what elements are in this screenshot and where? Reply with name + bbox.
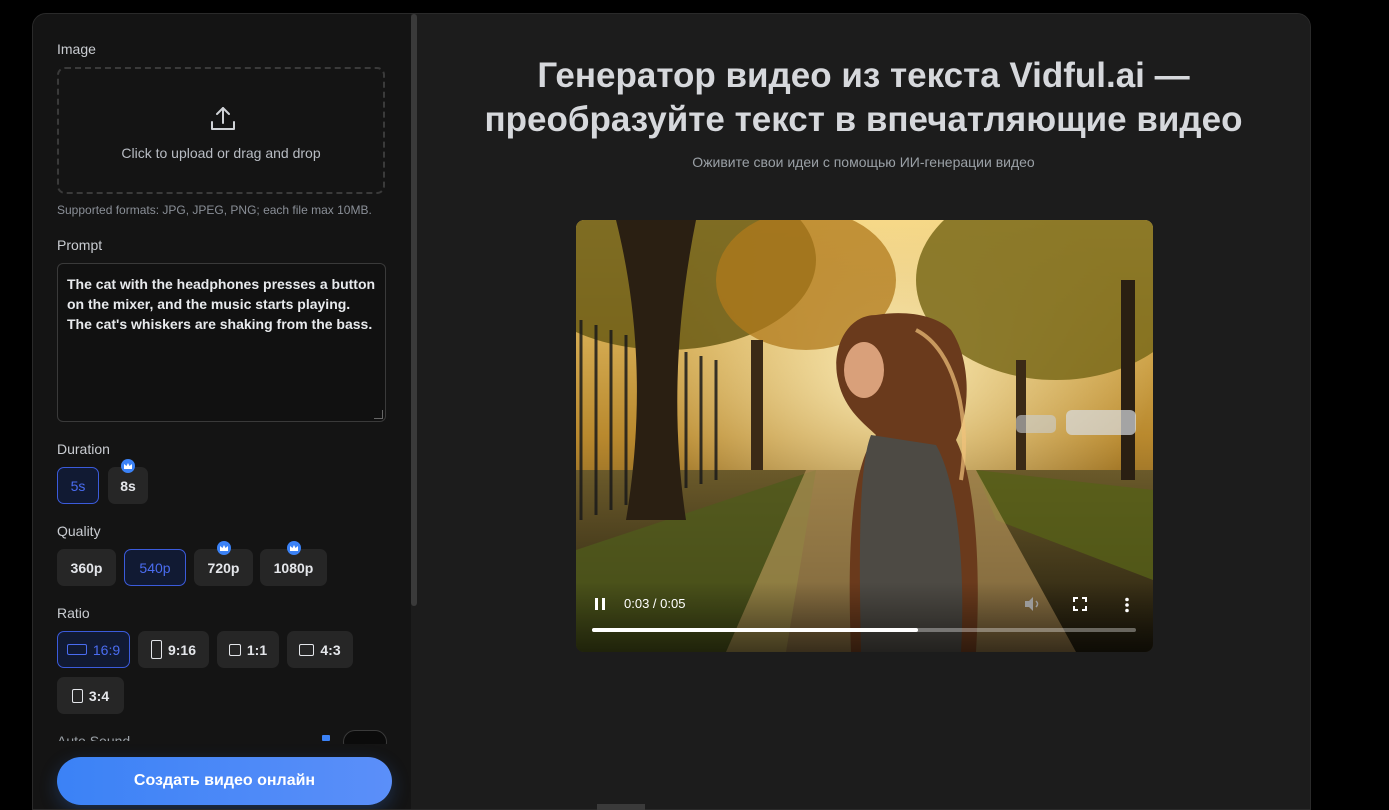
page-scroll-indicator <box>597 804 645 810</box>
toggle-track <box>343 730 387 744</box>
portrait-ratio-icon <box>150 640 162 659</box>
ratio-option-3-4[interactable]: 3:4 <box>57 677 124 714</box>
quality-option-540p[interactable]: 540p <box>124 549 186 586</box>
volume-icon[interactable] <box>1023 596 1041 612</box>
quality-option-1080p[interactable]: 1080p <box>260 541 327 586</box>
premium-crown-icon <box>121 459 135 473</box>
video-time: 0:03 / 0:05 <box>624 596 686 611</box>
settings-sidebar: Image Click to upload or drag and drop S… <box>33 14 411 809</box>
ratio-option-label: 4:3 <box>320 641 341 658</box>
page-title-line-2: преобразуйте текст в впечатляющие видео <box>484 100 1243 139</box>
auto-sound-label: Auto Sound <box>57 733 131 741</box>
duration-option-5s[interactable]: 5s <box>57 467 99 504</box>
premium-crown-icon <box>216 541 231 555</box>
video-progress-bar[interactable] <box>592 628 1136 632</box>
quality-option-label: 360p <box>70 559 103 576</box>
prompt-label: Prompt <box>57 237 103 253</box>
page-title: Генератор видео из текста Vidful.ai — пр… <box>417 54 1310 142</box>
video-player[interactable]: 0:03 / 0:05 <box>576 220 1153 652</box>
prompt-textarea[interactable]: The cat with the headphones presses a bu… <box>57 263 386 422</box>
page-title-line-1: Генератор видео из текста Vidful.ai — <box>537 56 1190 95</box>
main-content: Генератор видео из текста Vidful.ai — пр… <box>417 14 1310 809</box>
square-ratio-icon <box>228 643 241 656</box>
auto-sound-toggle[interactable] <box>343 730 387 744</box>
image-upload-dropzone[interactable]: Click to upload or drag and drop <box>57 67 385 194</box>
ratio-label: Ratio <box>57 605 90 621</box>
duration-option-8s[interactable]: 8s <box>108 459 148 504</box>
info-badge-icon <box>322 735 330 741</box>
ratio-option-label: 1:1 <box>246 641 268 658</box>
upload-text: Click to upload or drag and drop <box>121 145 321 161</box>
landscape-4-3-icon <box>299 643 315 656</box>
portrait-3-4-icon <box>71 688 83 703</box>
prompt-text: The cat with the headphones presses a bu… <box>67 276 376 332</box>
page-subtitle: Оживите свои идеи с помощью ИИ-генерации… <box>692 154 1035 170</box>
quality-label: Quality <box>57 523 101 539</box>
create-video-button-label: Создать видео онлайн <box>133 772 316 789</box>
ratio-option-label: 3:4 <box>88 687 110 704</box>
duration-label: Duration <box>57 441 110 457</box>
more-options-icon[interactable] <box>1124 597 1130 613</box>
duration-option-label: 5s <box>70 477 86 494</box>
quality-option-label: 720p <box>207 559 240 576</box>
upload-icon <box>211 107 235 130</box>
ratio-option-1-1[interactable]: 1:1 <box>217 631 279 668</box>
ratio-option-label: 9:16 <box>167 641 197 658</box>
quality-option-360p[interactable]: 360p <box>57 549 116 586</box>
ratio-option-16-9[interactable]: 16:9 <box>57 631 130 668</box>
formats-hint: Supported formats: JPG, JPEG, PNG; each … <box>57 203 372 217</box>
video-controls-overlay <box>576 582 1153 652</box>
pause-icon[interactable] <box>594 597 606 611</box>
landscape-ratio-icon <box>66 644 87 655</box>
create-video-button[interactable]: Создать видео онлайн <box>57 757 392 805</box>
ratio-option-label: 16:9 <box>92 641 121 658</box>
image-label: Image <box>57 41 96 57</box>
fullscreen-icon[interactable] <box>1073 597 1087 611</box>
ratio-option-9-16[interactable]: 9:16 <box>138 631 209 668</box>
duration-option-label: 8s <box>120 477 136 494</box>
resize-handle[interactable] <box>374 410 383 419</box>
ratio-option-4-3[interactable]: 4:3 <box>287 631 353 668</box>
quality-option-label: 1080p <box>273 559 314 576</box>
premium-crown-icon <box>286 541 301 555</box>
app-window: Image Click to upload or drag and drop S… <box>32 13 1311 810</box>
video-progress-fill <box>592 628 919 632</box>
quality-option-label: 540p <box>139 559 171 576</box>
quality-option-720p[interactable]: 720p <box>194 541 253 586</box>
